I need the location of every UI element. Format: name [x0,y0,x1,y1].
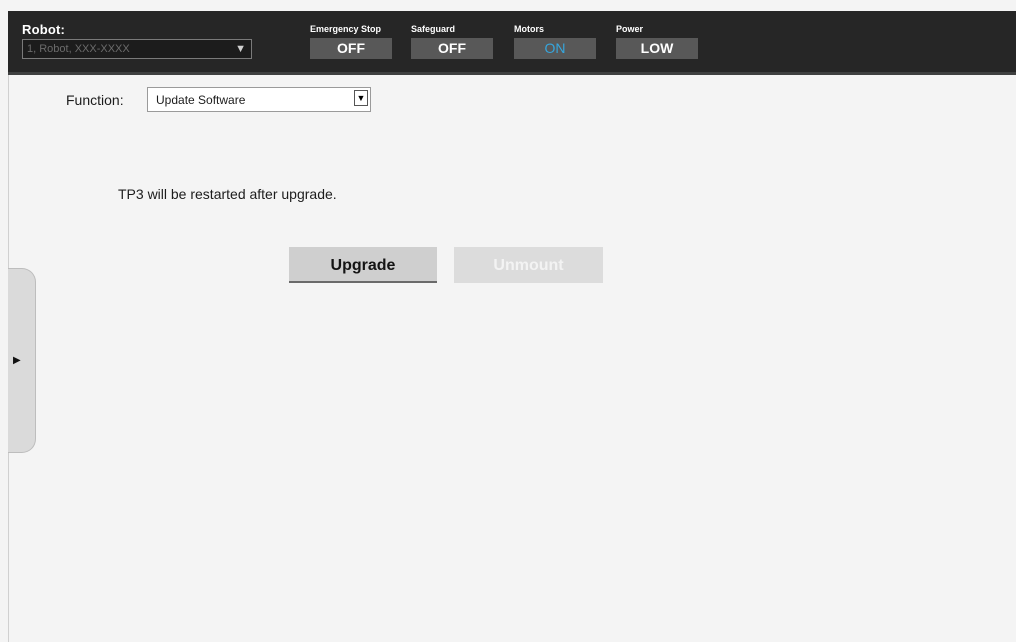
robot-label: Robot: [22,22,66,37]
upgrade-button[interactable]: Upgrade [289,247,437,283]
power-label: Power [616,24,644,34]
unmount-button[interactable]: Unmount [454,247,603,283]
robot-select[interactable]: 1, Robot, XXX-XXXX ▼ [22,39,252,59]
safeguard-value: OFF [411,38,493,59]
side-panel-toggle[interactable]: ▶ [8,268,36,453]
triangle-down-icon: ▼ [235,43,246,55]
triangle-down-icon: ▼ [354,90,368,106]
emergency-stop-value: OFF [310,38,392,59]
emergency-stop-label: Emergency Stop [310,24,382,34]
motors-value: ON [514,38,596,59]
function-select[interactable]: Update Software ▼ [147,87,371,112]
triangle-right-icon: ▶ [13,355,21,366]
safeguard-label: Safeguard [411,24,456,34]
upgrade-message: TP3 will be restarted after upgrade. [118,186,337,202]
function-select-value: Update Software [156,93,246,107]
power-value: LOW [616,38,698,59]
function-label: Function: [66,92,124,108]
robot-select-value: 1, Robot, XXX-XXXX [27,43,130,55]
motors-label: Motors [514,24,544,34]
